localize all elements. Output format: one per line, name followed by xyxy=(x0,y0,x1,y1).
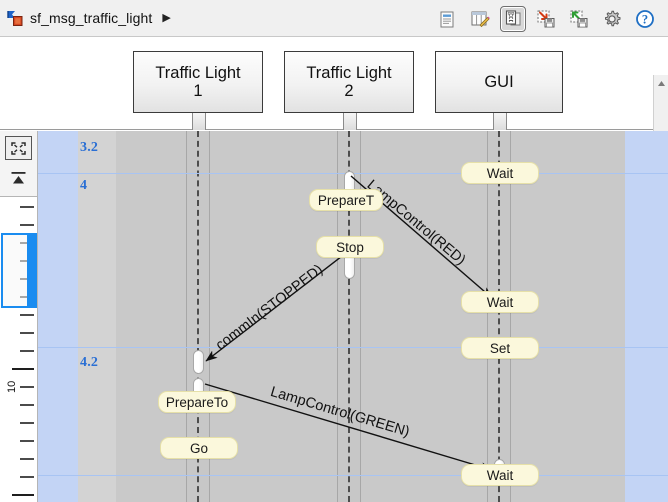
state-gui-set[interactable]: Set xyxy=(461,337,539,359)
scroll-up-icon[interactable] xyxy=(654,76,668,90)
state-tl2-stop[interactable]: Stop xyxy=(316,236,384,258)
sequence-viewer-window: sf_msg_traffic_light ▶ ? Traffic Light 1… xyxy=(0,0,668,502)
state-gui-wait-3[interactable]: Wait xyxy=(461,464,539,486)
lifeline-box-traffic-light-1[interactable]: Traffic Light 1 xyxy=(133,51,263,113)
scroll-to-top-icon[interactable] xyxy=(5,166,32,190)
lane-edge-left-3 xyxy=(487,131,488,502)
message-label-commin-stopped: commIn(STOPPED) xyxy=(213,261,327,354)
lifeline-label-traffic-light-1: Traffic Light 1 xyxy=(155,64,240,101)
export-save-icon[interactable] xyxy=(566,6,592,32)
model-block-icon xyxy=(6,8,26,28)
ruler-label-10: 10 xyxy=(6,380,18,393)
lifeline-label-line2: 2 xyxy=(344,82,354,100)
import-save-icon[interactable] xyxy=(533,6,559,32)
help-icon[interactable]: ? xyxy=(632,6,658,32)
ruler-selection-handle[interactable] xyxy=(1,233,37,308)
state-tl2-prepare[interactable]: PrepareT xyxy=(309,189,383,211)
right-margin-band xyxy=(625,131,668,502)
time-ruler[interactable]: 10 20 xyxy=(0,197,38,502)
top-toolbar: sf_msg_traffic_light ▶ ? xyxy=(0,0,668,37)
time-label: 3.2 xyxy=(80,140,99,155)
gridline xyxy=(38,347,668,348)
canvas-tool-stack xyxy=(0,131,38,197)
state-gui-wait-1[interactable]: Wait xyxy=(461,162,539,184)
time-label: 4 xyxy=(80,178,88,193)
lane-edge-right-2 xyxy=(360,131,361,502)
lifeline-label-gui: GUI xyxy=(484,72,514,91)
lifeline-stub-traffic-light-2 xyxy=(343,113,357,130)
lifeline-dash-gui xyxy=(498,131,500,502)
sequence-viewer-icon[interactable] xyxy=(500,5,526,32)
lifeline-stub-gui xyxy=(493,113,507,130)
lifeline-stub-traffic-light-1 xyxy=(192,113,206,130)
lifeline-label-traffic-light-2: Traffic Light 2 xyxy=(306,64,391,101)
toolbar-buttons: ? xyxy=(434,0,666,37)
gridline xyxy=(38,475,668,476)
state-gui-wait-2[interactable]: Wait xyxy=(461,291,539,313)
lifeline-box-gui[interactable]: GUI xyxy=(435,51,563,113)
gear-icon[interactable] xyxy=(599,6,625,32)
edit-table-icon[interactable] xyxy=(467,6,493,32)
svg-text:?: ? xyxy=(642,12,648,26)
time-label: 4.2 xyxy=(80,355,99,370)
lifeline-box-traffic-light-2[interactable]: Traffic Light 2 xyxy=(284,51,414,113)
ruler-selection-accent xyxy=(27,235,35,306)
lane-edge-left-2 xyxy=(337,131,338,502)
activation-bar[interactable] xyxy=(193,350,204,374)
breadcrumb-arrow-icon[interactable]: ▶ xyxy=(162,12,170,24)
left-gutter: 10 20 xyxy=(0,131,38,502)
lifeline-label-line2: 1 xyxy=(193,82,203,100)
lane-edge-right-3 xyxy=(510,131,511,502)
lifeline-label-line1: Traffic Light xyxy=(306,63,392,82)
fit-to-view-icon[interactable] xyxy=(5,136,32,160)
lifeline-label-line1: Traffic Light xyxy=(155,63,241,82)
view-report-icon[interactable] xyxy=(434,6,460,32)
state-tl1-prepareto[interactable]: PrepareTo xyxy=(158,391,236,413)
breadcrumb-label: sf_msg_traffic_light xyxy=(30,10,153,26)
breadcrumb[interactable]: sf_msg_traffic_light ▶ xyxy=(6,6,171,30)
state-tl1-go[interactable]: Go xyxy=(160,437,238,459)
lifeline-header: Traffic Light 1 + Traffic Light 2 + GUI … xyxy=(0,37,668,168)
time-column-band xyxy=(38,131,78,502)
sequence-diagram-canvas[interactable]: 3.2 4 4.2 LampControl(RED) commIn(STOPPE… xyxy=(0,131,668,502)
